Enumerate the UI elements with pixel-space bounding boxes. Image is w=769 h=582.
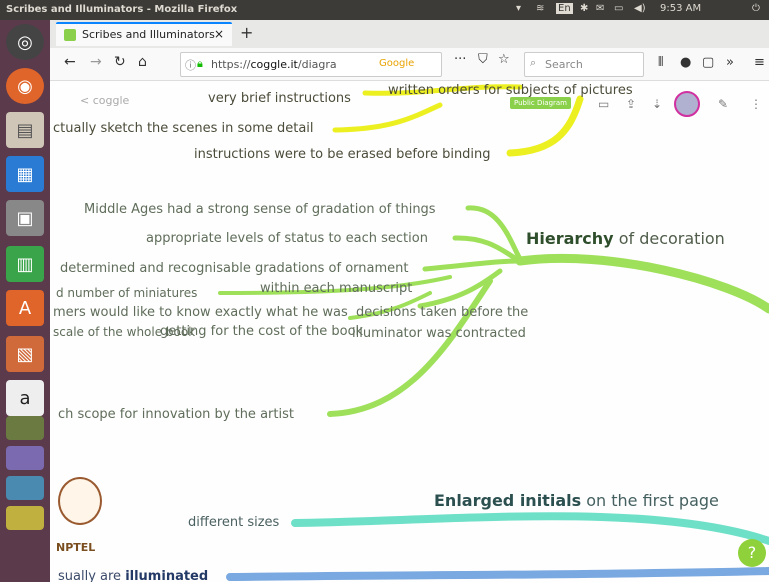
nptel-logo-icon (58, 477, 102, 525)
node-levels-of-status[interactable]: appropriate levels of status to each sec… (146, 231, 428, 246)
os-top-panel: Scribes and Illuminators - Mozilla Firef… (0, 0, 769, 20)
files-icon[interactable]: ▤ (6, 112, 44, 148)
clock[interactable]: 9:53 AM (660, 3, 701, 14)
amazon-icon[interactable]: a (6, 380, 44, 416)
volume-icon[interactable]: ◀) (634, 3, 646, 14)
search-bar[interactable]: ⌕ Search (524, 52, 644, 77)
node-written-orders[interactable]: written orders for subjects of pictures (388, 83, 633, 98)
node-getting-for-cost[interactable]: getting for the cost of the book (160, 324, 363, 339)
sidebar-icon[interactable]: ▢ (702, 55, 714, 70)
network-icon[interactable]: ▾ (516, 3, 521, 14)
user-avatar[interactable] (674, 91, 700, 117)
stack-icon-2[interactable] (6, 446, 44, 470)
wifi-icon[interactable]: ≋ (536, 3, 544, 14)
tab-close-icon[interactable]: × (214, 27, 224, 41)
node-enlarged-initials[interactable]: Enlarged initials on the first page (434, 491, 719, 510)
node-gradations-of-ornament[interactable]: determined and recognisable gradations o… (60, 261, 408, 276)
more-icon[interactable]: ⋮ (750, 97, 762, 111)
forward-icon[interactable]: → (90, 54, 102, 70)
coggle-favicon-icon (64, 29, 76, 41)
firefox-icon[interactable]: ◉ (6, 68, 44, 104)
edit-icon[interactable]: ✎ (718, 97, 728, 111)
tab-label: Scribes and Illuminators (82, 28, 215, 41)
branch-yellow-2 (332, 102, 443, 133)
hamburger-menu-button[interactable]: ≡ (754, 55, 765, 70)
impress-icon[interactable]: ▣ (6, 200, 44, 236)
node-scope-for-innovation[interactable]: ch scope for innovation by the artist (58, 407, 294, 422)
back-icon[interactable]: ← (64, 54, 76, 70)
battery-icon[interactable]: ▭ (614, 3, 623, 14)
branch-green-main (515, 253, 769, 314)
tab-strip: Scribes and Illuminators × + (50, 20, 769, 48)
comment-icon[interactable]: ▭ (598, 97, 609, 111)
public-diagram-badge[interactable]: Public Diagram (510, 97, 571, 109)
stack-icon-4[interactable] (6, 506, 44, 530)
calc-icon[interactable]: ▥ (6, 246, 44, 282)
stack-icon-1[interactable] (6, 416, 44, 440)
power-icon[interactable]: ⏻ (752, 3, 760, 14)
bookmark-star-icon[interactable]: ☆ (498, 52, 510, 67)
nptel-watermark: NPTEL (56, 541, 96, 554)
lock-icon: 🔒︎ (197, 57, 203, 70)
download-icon[interactable]: ⇣ (652, 97, 662, 111)
node-gradation-of-things[interactable]: Middle Ages had a strong sense of gradat… (84, 202, 436, 217)
node-illuminator-contracted[interactable]: illuminator was contracted (352, 326, 526, 341)
tab-scribes[interactable]: Scribes and Illuminators × (56, 22, 232, 46)
node-different-sizes[interactable]: different sizes (188, 515, 279, 530)
branch-green-3 (422, 258, 523, 272)
window-title: Scribes and Illuminators - Mozilla Firef… (6, 4, 238, 15)
home-icon[interactable]: ⌂ (138, 54, 147, 70)
branch-blue-main (226, 567, 769, 581)
branch-green-1 (465, 205, 523, 262)
node-customers-would-like[interactable]: mers would like to know exactly what he … (53, 305, 348, 320)
extension-icon[interactable]: ● (680, 55, 691, 70)
stack-icon-3[interactable] (6, 476, 44, 500)
node-number-of-miniatures[interactable]: d number of miniatures (56, 286, 197, 300)
site-info-icon[interactable]: ⓘ (185, 57, 196, 73)
reload-icon[interactable]: ↻ (114, 54, 126, 70)
url-text[interactable]: https://coggle.it/diagra (211, 58, 341, 71)
launcher: ◎ ◉ ▤ ▦ ▣ ▥ A ▧ a (0, 20, 50, 582)
node-decisions-taken[interactable]: decisions taken before the (356, 305, 528, 320)
library-icon[interactable]: ⫴ (658, 55, 663, 70)
writer-icon[interactable]: ▦ (6, 156, 44, 192)
node-instructions-erased[interactable]: instructions were to be erased before bi… (194, 147, 491, 162)
page-actions-button[interactable]: ··· (454, 52, 466, 67)
search-icon: ⌕ (530, 56, 537, 69)
ubuntu-dash-icon[interactable]: ◎ (6, 24, 44, 60)
node-very-brief-instructions[interactable]: very brief instructions (208, 91, 351, 106)
mail-icon[interactable]: ✉ (596, 3, 604, 14)
share-icon[interactable]: ⇪ (626, 97, 636, 111)
help-button[interactable]: ? (738, 539, 766, 567)
node-sketch-scenes[interactable]: ctually sketch the scenes in some detail (53, 121, 314, 136)
url-bar[interactable]: ⓘ 🔒︎ https://coggle.it/diagra Google (180, 52, 442, 77)
search-placeholder: Search (545, 58, 583, 71)
branch-teal-main (291, 512, 769, 545)
coggle-back-link[interactable]: < coggle (80, 94, 129, 107)
node-usually-illuminated[interactable]: sually are illuminated (58, 569, 208, 582)
document-viewer-icon[interactable]: ▧ (6, 336, 44, 372)
nav-bar: ← → ↻ ⌂ ⓘ 🔒︎ https://coggle.it/diagra Go… (50, 48, 769, 81)
new-tab-button[interactable]: + (240, 23, 253, 42)
node-within-each-manuscript[interactable]: within each manuscript (260, 281, 412, 296)
keyboard-indicator[interactable]: En (556, 3, 573, 14)
bluetooth-icon[interactable]: ✱ (580, 3, 588, 14)
coggle-canvas[interactable]: < coggle Public Diagram ▭ ⇪ ⇣ ✎ ⋮ very b… (50, 81, 769, 582)
google-badge[interactable]: Google (379, 58, 414, 69)
node-hierarchy-of-decoration[interactable]: Hierarchy of decoration (526, 229, 725, 248)
software-icon[interactable]: A (6, 290, 44, 326)
overflow-menu-button[interactable]: » (726, 55, 734, 70)
pocket-icon[interactable]: ⛉ (478, 52, 488, 67)
